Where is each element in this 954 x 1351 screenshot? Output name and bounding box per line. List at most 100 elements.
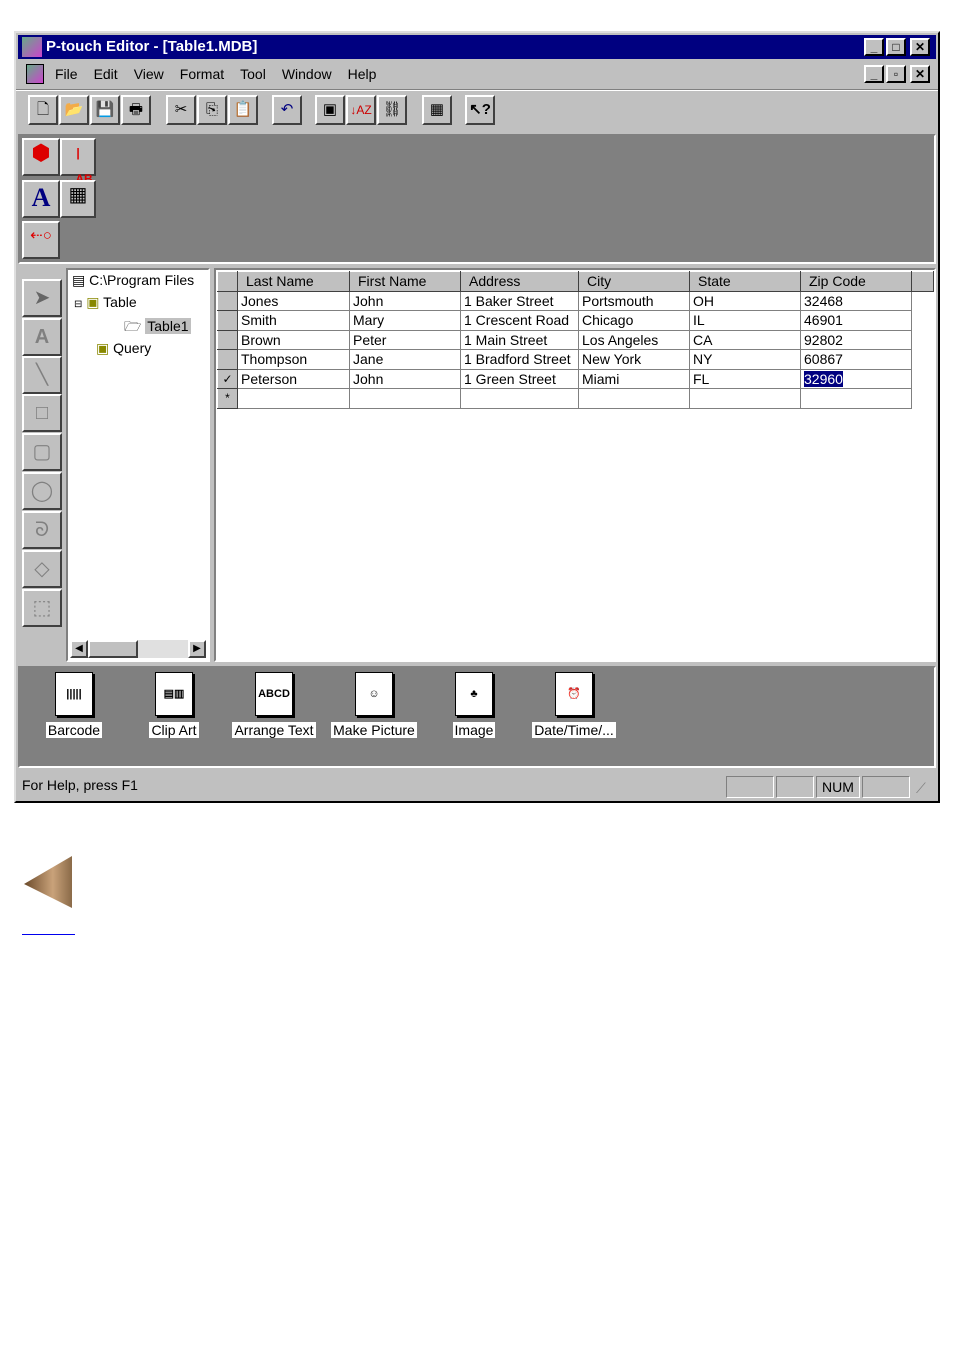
- table-row[interactable]: Brown Peter 1 Main Street Los Angeles CA 9280…: [217, 329, 934, 350]
- column-header[interactable]: City: [578, 271, 690, 292]
- tree-table1[interactable]: 🗁 Table1: [124, 316, 191, 340]
- grid-cell[interactable]: Mary: [349, 310, 461, 331]
- menu-file[interactable]: File: [55, 66, 78, 82]
- grid-cell[interactable]: Portsmouth: [578, 290, 690, 311]
- grid-cell[interactable]: Miami: [578, 368, 690, 389]
- column-header[interactable]: Address: [460, 271, 579, 292]
- tree-horizontal-scrollbar[interactable]: ◀ ▶: [70, 640, 206, 658]
- frame-tool-icon[interactable]: ⬚: [22, 589, 62, 627]
- tree-root[interactable]: ▤ C:\Program Files: [72, 272, 194, 289]
- grid-cell[interactable]: 1 Crescent Road: [460, 310, 579, 331]
- resize-grip-icon[interactable]: ⟋: [916, 780, 926, 797]
- sort-icon[interactable]: ↓AZ: [346, 95, 376, 125]
- open-icon[interactable]: 📂: [59, 95, 89, 125]
- link-icon[interactable]: ⛓: [377, 95, 407, 125]
- grid-cell[interactable]: CA: [689, 329, 801, 350]
- grid-cell[interactable]: NY: [689, 349, 801, 370]
- grid-cell[interactable]: John: [349, 368, 461, 389]
- ellipse-tool-icon[interactable]: ◯: [22, 472, 62, 510]
- transfer-icon[interactable]: ⬢: [22, 138, 60, 176]
- grid-cell[interactable]: Chicago: [578, 310, 690, 331]
- select-all-corner[interactable]: [217, 271, 238, 292]
- grid-cell[interactable]: Smith: [237, 310, 350, 331]
- scroll-left-button[interactable]: ◀: [70, 640, 88, 658]
- paste-icon[interactable]: 📋: [228, 95, 258, 125]
- menu-edit[interactable]: Edit: [94, 66, 118, 82]
- grid-cell[interactable]: OH: [689, 290, 801, 311]
- row-selector[interactable]: [217, 329, 238, 350]
- tree-query[interactable]: ▣ Query: [96, 340, 151, 357]
- column-header[interactable]: State: [689, 271, 801, 292]
- row-selector[interactable]: [217, 290, 238, 311]
- grid-cell[interactable]: Los Angeles: [578, 329, 690, 350]
- doc-close-button[interactable]: ✕: [910, 65, 930, 83]
- column-header[interactable]: Last Name: [237, 271, 350, 292]
- grid-cell[interactable]: 46901: [800, 310, 912, 331]
- grid-cell[interactable]: 60867: [800, 349, 912, 370]
- print-icon[interactable]: 🖶: [121, 95, 151, 125]
- copy-icon[interactable]: ⎘: [197, 95, 227, 125]
- collapse-icon[interactable]: ⊟: [74, 299, 82, 310]
- merge-shapes-icon[interactable]: ⇠○: [22, 221, 60, 259]
- column-header[interactable]: Zip Code: [800, 271, 912, 292]
- grid-cell[interactable]: [237, 388, 350, 409]
- grid-cell[interactable]: 32960: [800, 368, 912, 389]
- grid-cell[interactable]: Brown: [237, 329, 350, 350]
- grid-cell[interactable]: John: [349, 290, 461, 311]
- grid-cell[interactable]: [689, 388, 801, 409]
- object-button-date-time[interactable]: ⏰ Date/Time/...: [524, 668, 624, 738]
- row-selector[interactable]: [217, 349, 238, 370]
- save-icon[interactable]: 💾: [90, 95, 120, 125]
- grid-cell[interactable]: 92802: [800, 329, 912, 350]
- menu-format[interactable]: Format: [180, 66, 224, 82]
- grid-cell[interactable]: FL: [689, 368, 801, 389]
- close-button[interactable]: ✕: [910, 38, 930, 56]
- scroll-right-button[interactable]: ▶: [188, 640, 206, 658]
- minimize-button[interactable]: _: [864, 38, 884, 56]
- rectangle-tool-icon[interactable]: □: [22, 394, 62, 432]
- text-icon[interactable]: A: [22, 180, 60, 218]
- polygon-tool-icon[interactable]: ◇: [22, 550, 62, 588]
- freehand-tool-icon[interactable]: ᘐ: [22, 511, 62, 549]
- doc-minimize-button[interactable]: _: [864, 65, 884, 83]
- new-icon[interactable]: 🗋: [28, 95, 58, 125]
- scroll-thumb[interactable]: [88, 640, 138, 658]
- help-pointer-icon[interactable]: ↖?: [465, 95, 495, 125]
- rounded-rect-tool-icon[interactable]: ▢: [22, 433, 62, 471]
- select-arrow-icon[interactable]: ➤: [22, 279, 62, 317]
- grid-cell[interactable]: Peterson: [237, 368, 350, 389]
- grid-cell[interactable]: 1 Main Street: [460, 329, 579, 350]
- grid-cell[interactable]: New York: [578, 349, 690, 370]
- grid-cell[interactable]: [578, 388, 690, 409]
- back-link[interactable]: [22, 934, 75, 935]
- grid-cell[interactable]: 32468: [800, 290, 912, 311]
- doc-restore-button[interactable]: ▫: [886, 65, 906, 83]
- table-row[interactable]: ✓ Peterson John 1 Green Street Miami FL 32960: [217, 368, 934, 389]
- table-icon[interactable]: ▦: [60, 180, 96, 218]
- grid-cell[interactable]: 1 Green Street: [460, 368, 579, 389]
- grid-cell[interactable]: [800, 388, 912, 409]
- new-row[interactable]: *: [217, 388, 934, 409]
- grid-cell[interactable]: [460, 388, 579, 409]
- form-icon[interactable]: ▣: [315, 95, 345, 125]
- database-icon[interactable]: ▦: [422, 95, 452, 125]
- grid-cell[interactable]: 1 Baker Street: [460, 290, 579, 311]
- line-tool-icon[interactable]: ╲: [22, 356, 62, 394]
- table-row[interactable]: Smith Mary 1 Crescent Road Chicago IL 46901: [217, 310, 934, 331]
- menu-window[interactable]: Window: [282, 66, 332, 82]
- menu-tool[interactable]: Tool: [240, 66, 266, 82]
- cut-icon[interactable]: ✂: [166, 95, 196, 125]
- menu-view[interactable]: View: [134, 66, 164, 82]
- row-selector[interactable]: [217, 310, 238, 331]
- insert-field-icon[interactable]: |←AB: [60, 138, 96, 186]
- row-selector[interactable]: ✓: [217, 368, 238, 389]
- object-button-clip-art[interactable]: ▤▥ Clip Art: [124, 668, 224, 738]
- menu-help[interactable]: Help: [348, 66, 377, 82]
- new-row-marker[interactable]: *: [217, 388, 238, 409]
- back-arrow-icon[interactable]: [20, 852, 78, 912]
- table-row[interactable]: Thompson Jane 1 Bradford Street New York NY 6…: [217, 349, 934, 370]
- grid-cell[interactable]: 1 Bradford Street: [460, 349, 579, 370]
- grid-cell[interactable]: IL: [689, 310, 801, 331]
- object-button-image[interactable]: ♣ Image: [424, 668, 524, 738]
- tree-table[interactable]: ⊟ ▣ Table: [74, 294, 137, 311]
